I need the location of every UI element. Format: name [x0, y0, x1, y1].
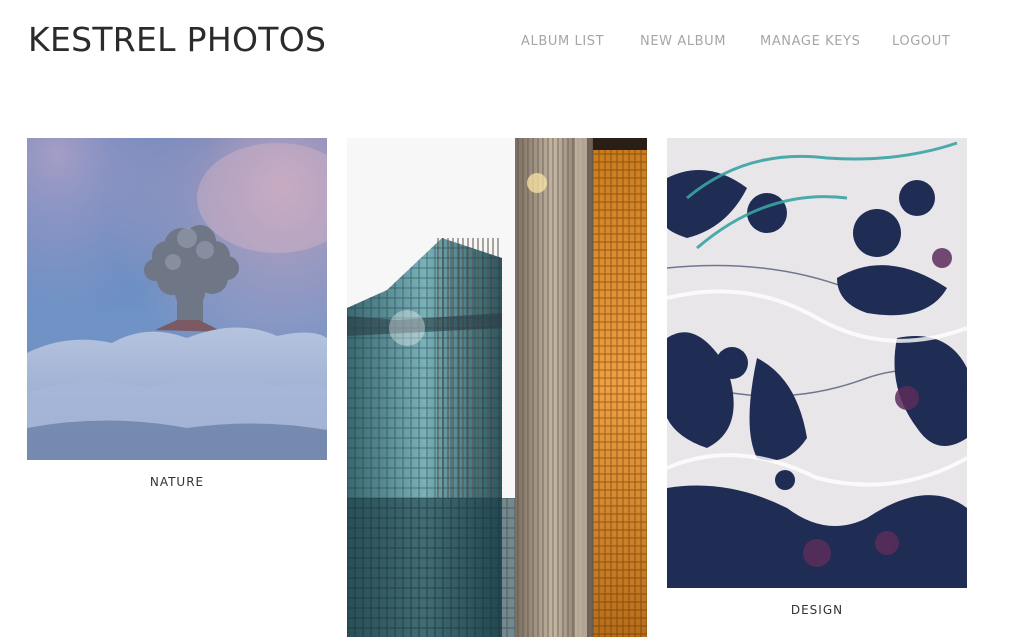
- page: KESTREL PHOTOS ALBUM LIST NEW ALBUM MANA…: [0, 0, 1012, 637]
- nav-logout[interactable]: LOGOUT: [892, 33, 950, 51]
- album-cover-buildings: [347, 138, 647, 637]
- album-card-buildings[interactable]: [347, 138, 647, 637]
- album-card-design[interactable]: DESIGN: [667, 138, 967, 628]
- nav-manage-keys[interactable]: MANAGE KEYS: [760, 33, 860, 51]
- nav-album-list[interactable]: ALBUM LIST: [521, 33, 604, 51]
- album-cover-design: [667, 138, 967, 588]
- album-card-nature[interactable]: NATURE: [27, 138, 327, 498]
- album-cover-nature: [27, 138, 327, 460]
- site-brand[interactable]: KESTREL PHOTOS: [28, 20, 326, 60]
- album-caption-nature: NATURE: [149, 475, 205, 489]
- album-caption-design: DESIGN: [790, 603, 844, 617]
- nav-new-album[interactable]: NEW ALBUM: [640, 33, 726, 51]
